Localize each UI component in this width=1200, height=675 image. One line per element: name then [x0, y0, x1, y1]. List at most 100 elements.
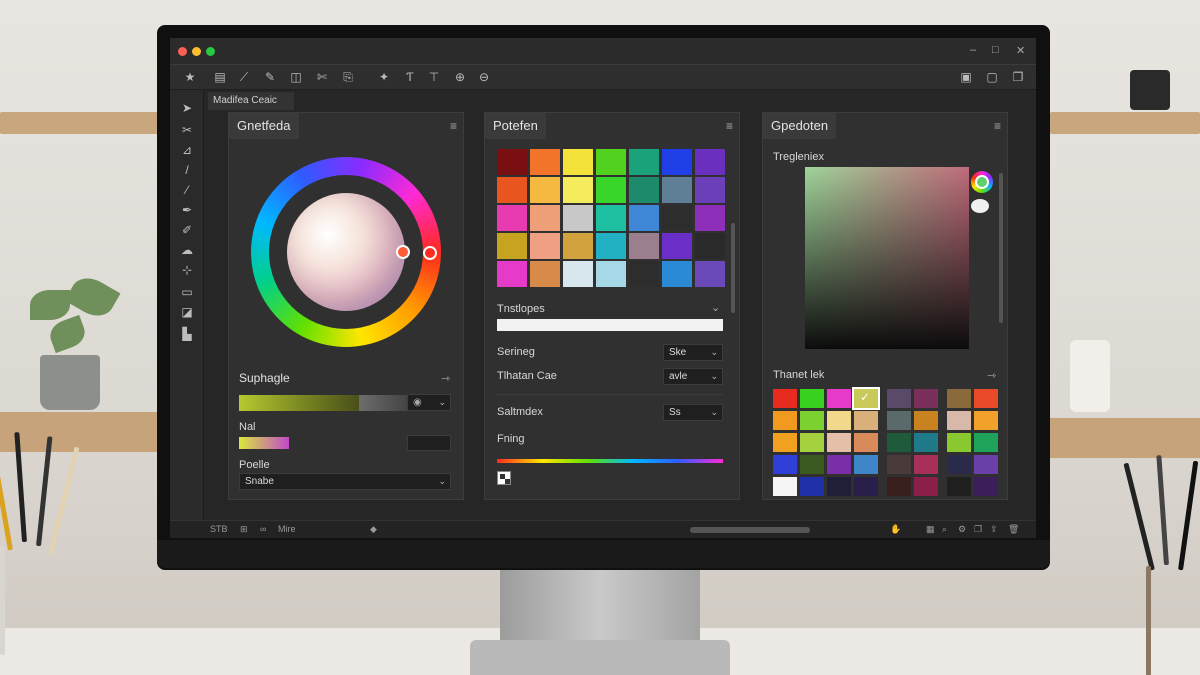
panel-title[interactable]: Potefen: [485, 113, 546, 139]
color-swatch[interactable]: [497, 205, 527, 231]
palette-swatch[interactable]: [854, 477, 878, 496]
palette-swatch[interactable]: [887, 433, 911, 452]
hue-mode-dropdown[interactable]: ◉ ⌄: [407, 394, 451, 411]
color-swatch[interactable]: [530, 233, 560, 259]
close-icon[interactable]: ✕: [1016, 44, 1025, 57]
palette-swatch[interactable]: [854, 433, 878, 452]
color-swatch[interactable]: [629, 261, 659, 287]
arrow-right-icon[interactable]: ⇾: [441, 372, 450, 385]
color-swatch[interactable]: [497, 233, 527, 259]
pen-tool-icon[interactable]: ✒: [179, 202, 195, 218]
color-swatch[interactable]: [563, 205, 593, 231]
palette-swatch[interactable]: [773, 455, 797, 474]
color-swatch[interactable]: [497, 149, 527, 175]
saturation-value-picker[interactable]: [805, 167, 969, 349]
scrollbar[interactable]: [731, 223, 735, 313]
palette-swatch[interactable]: [854, 411, 878, 430]
hue-selector-knob[interactable]: [975, 175, 989, 189]
color-swatch[interactable]: [563, 233, 593, 259]
color-swatch[interactable]: [596, 233, 626, 259]
palette-swatch[interactable]: [773, 389, 797, 408]
palette-swatch[interactable]: [800, 411, 824, 430]
zoom-out-icon[interactable]: ⊖: [476, 69, 492, 85]
palette-swatch[interactable]: [773, 411, 797, 430]
palette-swatch[interactable]: [887, 411, 911, 430]
palette-swatch[interactable]: [800, 433, 824, 452]
panel-menu-icon[interactable]: ≡: [726, 119, 733, 133]
move-tool-icon[interactable]: ➤: [179, 100, 195, 116]
color-swatch[interactable]: [596, 177, 626, 203]
trash-icon[interactable]: 🗑: [1008, 524, 1019, 535]
palette-swatch[interactable]: [914, 389, 938, 408]
export-icon[interactable]: ⇪: [990, 524, 998, 535]
palette-swatch[interactable]: [887, 389, 911, 408]
current-color-chip[interactable]: [971, 199, 989, 213]
color-swatch[interactable]: [629, 233, 659, 259]
settings-icon[interactable]: ⚙: [958, 524, 966, 535]
panel-left-icon[interactable]: ▣: [958, 69, 974, 85]
color-swatch[interactable]: [629, 177, 659, 203]
transform-tool-icon[interactable]: ⊹: [179, 262, 195, 278]
palette-swatch[interactable]: [914, 455, 938, 474]
palette-swatch[interactable]: [827, 455, 851, 474]
color-swatch[interactable]: [695, 261, 725, 287]
hand-icon[interactable]: ✋: [890, 524, 901, 535]
palette-swatch[interactable]: [800, 455, 824, 474]
color-swatch[interactable]: [497, 261, 527, 287]
color-swatch[interactable]: [662, 205, 692, 231]
diamond-icon[interactable]: ◆: [370, 524, 377, 535]
chevron-down-icon[interactable]: ⌄: [711, 301, 720, 314]
transform-input[interactable]: [497, 319, 723, 331]
setting1-dropdown[interactable]: Ske ⌄: [663, 344, 723, 361]
color-swatch[interactable]: [530, 261, 560, 287]
palette-swatch[interactable]: ✓: [852, 387, 880, 410]
layers-icon[interactable]: ▤: [212, 69, 228, 85]
palette-swatch[interactable]: [887, 455, 911, 474]
grid-icon[interactable]: ⊞: [240, 524, 248, 535]
crop-icon[interactable]: ✄: [314, 69, 330, 85]
eyedropper-tool-icon[interactable]: ⁄: [179, 182, 195, 198]
setting3-dropdown[interactable]: Ss ⌄: [663, 404, 723, 421]
color-swatch[interactable]: [662, 261, 692, 287]
wand-icon[interactable]: ✦: [376, 69, 392, 85]
canvas-tool-icon[interactable]: ▙: [179, 326, 195, 342]
zoom-window-button[interactable]: [206, 47, 215, 56]
minimize-window-button[interactable]: [192, 47, 201, 56]
brush-icon[interactable]: ⟋: [236, 69, 252, 85]
palette-swatch[interactable]: [800, 477, 824, 496]
horizontal-scrollbar[interactable]: [690, 527, 810, 533]
minimize-icon[interactable]: –: [970, 44, 976, 56]
palette-swatch[interactable]: [974, 411, 998, 430]
nal-value-field[interactable]: [407, 435, 451, 451]
color-swatch[interactable]: [695, 205, 725, 231]
shape-tool-icon[interactable]: ☁: [179, 242, 195, 258]
color-swatch[interactable]: [695, 233, 725, 259]
panel-center-icon[interactable]: ▢: [984, 69, 1000, 85]
color-swatch[interactable]: [629, 149, 659, 175]
fill-gradient-slider[interactable]: [497, 459, 723, 463]
color-swatch[interactable]: [629, 205, 659, 231]
palette-swatch[interactable]: [947, 389, 971, 408]
palette-swatch[interactable]: [773, 433, 797, 452]
palette-swatch[interactable]: [947, 455, 971, 474]
save-icon[interactable]: ▦: [926, 524, 935, 535]
link-icon[interactable]: ∞: [260, 524, 266, 534]
palette-swatch[interactable]: [773, 477, 797, 496]
panel-title[interactable]: Gnetfeda: [229, 113, 299, 139]
palette-swatch[interactable]: [827, 477, 851, 496]
maximize-icon[interactable]: □: [992, 44, 999, 56]
frame-tool-icon[interactable]: ◪: [179, 304, 195, 320]
color-swatch[interactable]: [662, 233, 692, 259]
color-swatch[interactable]: [497, 177, 527, 203]
hue-knob[interactable]: [423, 246, 437, 260]
palette-swatch[interactable]: [974, 433, 998, 452]
palette-swatch[interactable]: [947, 411, 971, 430]
palette-swatch[interactable]: [827, 411, 851, 430]
palette-swatch[interactable]: [914, 411, 938, 430]
panel-menu-icon[interactable]: ≡: [994, 119, 1001, 133]
nal-gradient-bar[interactable]: [239, 437, 289, 449]
color-swatch[interactable]: [530, 177, 560, 203]
copy-icon[interactable]: ❐: [974, 524, 982, 535]
palette-swatch[interactable]: [827, 389, 851, 408]
export-icon[interactable]: ⎘: [340, 69, 356, 85]
